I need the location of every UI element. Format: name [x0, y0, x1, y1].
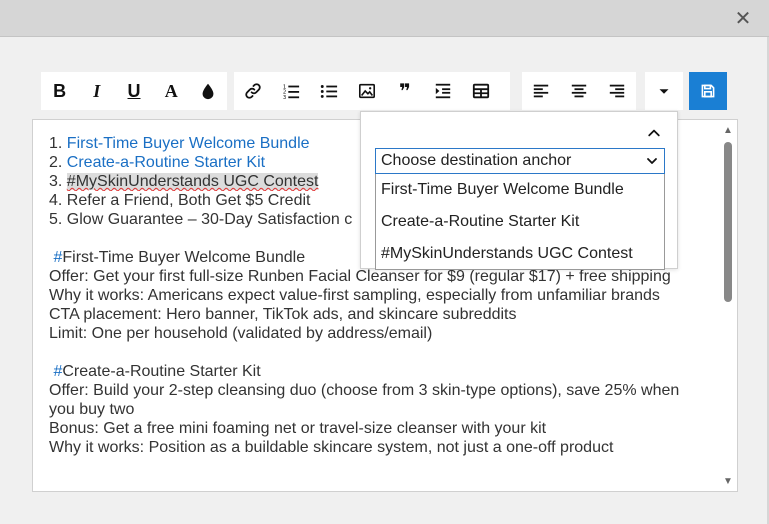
anchor-options-list: First-Time Buyer Welcome Bundle Create-a… [375, 174, 665, 270]
paragraph: CTA placement: Hero banner, TikTok ads, … [49, 306, 517, 323]
anchor-link[interactable]: Create-a-Routine Starter Kit [67, 154, 265, 171]
text-format-group: B I U A [41, 72, 227, 110]
dialog-titlebar: ✕ [0, 0, 769, 37]
select-value: Choose destination anchor [381, 152, 572, 169]
underline-button[interactable]: U [115, 72, 152, 110]
underline-icon: U [127, 80, 141, 101]
ordered-list-icon: 123 [283, 84, 300, 100]
image-button[interactable] [348, 72, 386, 110]
paragraph: Bonus: Get a free mini foaming net or tr… [49, 420, 547, 437]
image-icon [358, 83, 376, 99]
paragraph: Why it works: Americans expect value-fir… [49, 287, 660, 304]
anchor-link-popup: Choose destination anchor First-Time Buy… [360, 111, 678, 270]
link-button[interactable] [234, 72, 272, 110]
caret-down-icon [659, 89, 669, 94]
more-options-button[interactable] [645, 72, 683, 110]
paragraph: Why it works: Position as a buildable sk… [49, 439, 614, 456]
quote-icon: ❞ [399, 80, 411, 103]
font-color-button[interactable]: A [153, 72, 190, 110]
anchor-option[interactable]: #MySkinUnderstands UGC Contest [376, 238, 664, 270]
blockquote-button[interactable]: ❞ [386, 72, 424, 110]
save-button[interactable] [689, 72, 727, 110]
italic-button[interactable]: I [78, 72, 115, 110]
paragraph: Offer: Build your 2-step cleansing duo (… [49, 382, 680, 418]
link-icon [245, 83, 261, 99]
ordered-list-button[interactable]: 123 [272, 72, 310, 110]
selected-text[interactable]: #MySkinUnderstands UGC Contest [66, 173, 319, 190]
scroll-up-arrow-icon[interactable]: ▲ [722, 124, 734, 136]
floppy-disk-icon [701, 84, 715, 98]
bullet-list-button[interactable] [310, 72, 348, 110]
insert-group: 123 ❞ [234, 72, 510, 110]
table-button[interactable] [462, 72, 500, 110]
align-right-icon [609, 84, 625, 98]
anchor-link[interactable]: First-Time Buyer Welcome Bundle [67, 135, 310, 152]
align-left-icon [533, 84, 549, 98]
chevron-up-icon[interactable] [643, 122, 665, 144]
droplet-icon [203, 83, 214, 100]
bold-button[interactable]: B [41, 72, 78, 110]
svg-text:3: 3 [283, 95, 286, 100]
section-heading: #Create-a-Routine Starter Kit [53, 363, 261, 380]
anchor-option[interactable]: Create-a-Routine Starter Kit [376, 206, 664, 238]
align-center-button[interactable] [560, 72, 598, 110]
align-left-button[interactable] [522, 72, 560, 110]
alignment-group [522, 72, 636, 110]
table-icon [472, 83, 490, 99]
anchor-option[interactable]: First-Time Buyer Welcome Bundle [376, 174, 664, 206]
destination-anchor-select[interactable]: Choose destination anchor [375, 148, 665, 174]
bullet-list-icon [320, 85, 338, 98]
align-center-icon [571, 84, 587, 98]
scroll-down-arrow-icon[interactable]: ▼ [722, 475, 734, 487]
more-group [645, 72, 683, 110]
chevron-down-icon [647, 158, 657, 164]
indent-button[interactable] [424, 72, 462, 110]
bold-icon: B [53, 80, 67, 101]
align-right-button[interactable] [598, 72, 636, 110]
paragraph: Limit: One per household (validated by a… [49, 325, 433, 342]
indent-icon [435, 83, 451, 99]
vertical-scrollbar[interactable]: ▲ ▼ [719, 120, 737, 491]
close-icon[interactable]: ✕ [731, 6, 755, 30]
italic-icon: I [93, 80, 101, 101]
scrollbar-thumb[interactable] [724, 142, 732, 302]
background-color-button[interactable] [190, 72, 227, 110]
font-color-icon: A [164, 80, 178, 101]
